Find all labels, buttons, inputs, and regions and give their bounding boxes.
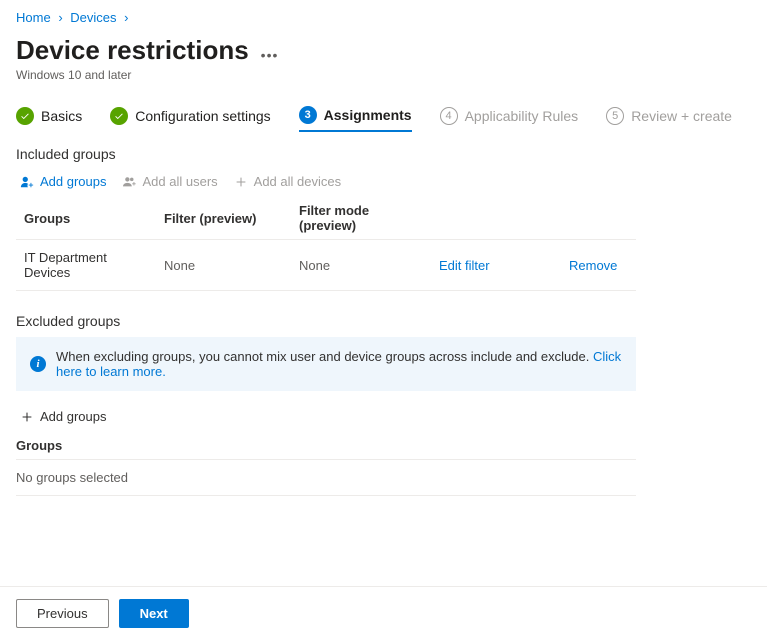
cell-filter: None: [156, 240, 291, 291]
add-groups-button[interactable]: Add groups: [20, 174, 107, 189]
breadcrumb-devices[interactable]: Devices: [70, 10, 116, 25]
step-label: Applicability Rules: [465, 108, 579, 124]
banner-text: When excluding groups, you cannot mix us…: [56, 349, 593, 364]
previous-button[interactable]: Previous: [16, 599, 109, 628]
people-add-icon: [123, 175, 137, 189]
page-subtitle: Windows 10 and later: [16, 68, 751, 82]
no-groups-row: No groups selected: [16, 460, 636, 496]
step-configuration-settings[interactable]: Configuration settings: [110, 107, 270, 131]
step-assignments[interactable]: 3 Assignments: [299, 106, 412, 132]
step-review-create[interactable]: 5 Review + create: [606, 107, 732, 131]
step-basics[interactable]: Basics: [16, 107, 82, 131]
col-groups: Groups: [16, 197, 156, 240]
add-groups-label: Add groups: [40, 174, 107, 189]
step-label: Assignments: [324, 107, 412, 123]
add-all-users-button[interactable]: Add all users: [123, 174, 218, 189]
plus-icon: [20, 410, 34, 424]
add-all-users-label: Add all users: [143, 174, 218, 189]
add-all-devices-button[interactable]: Add all devices: [234, 174, 341, 189]
cell-filter-mode: None: [291, 240, 431, 291]
col-groups-excluded: Groups: [16, 432, 636, 460]
wizard-footer: Previous Next: [0, 586, 767, 640]
edit-filter-link[interactable]: Edit filter: [439, 258, 490, 273]
step-label: Configuration settings: [135, 108, 270, 124]
breadcrumb-separator: ›: [54, 10, 66, 25]
info-banner: i When excluding groups, you cannot mix …: [16, 337, 636, 391]
table-row: IT Department Devices None None Edit fil…: [16, 240, 636, 291]
step-number-icon: 3: [299, 106, 317, 124]
col-remove: [561, 197, 636, 240]
step-label: Review + create: [631, 108, 732, 124]
remove-link[interactable]: Remove: [569, 258, 617, 273]
included-toolbar: Add groups Add all users Add all devices: [16, 170, 751, 197]
person-add-icon: [20, 175, 34, 189]
included-groups-heading: Included groups: [16, 146, 751, 162]
add-all-devices-label: Add all devices: [254, 174, 341, 189]
plus-icon: [234, 175, 248, 189]
more-icon[interactable]: •••: [261, 39, 279, 63]
cell-group-name: IT Department Devices: [16, 240, 156, 291]
step-applicability-rules[interactable]: 4 Applicability Rules: [440, 107, 579, 131]
info-banner-text: When excluding groups, you cannot mix us…: [56, 349, 622, 379]
check-circle-icon: [110, 107, 128, 125]
step-label: Basics: [41, 108, 82, 124]
info-icon: i: [30, 356, 46, 372]
wizard-stepper: Basics Configuration settings 3 Assignme…: [16, 106, 751, 132]
excluded-groups-table: Groups No groups selected: [16, 432, 636, 496]
col-filter-mode: Filter mode (preview): [291, 197, 431, 240]
next-button[interactable]: Next: [119, 599, 189, 628]
col-filter: Filter (preview): [156, 197, 291, 240]
breadcrumb: Home › Devices ›: [16, 8, 751, 35]
excluded-groups-heading: Excluded groups: [16, 313, 751, 329]
add-groups-excluded-label: Add groups: [40, 409, 107, 424]
step-number-icon: 5: [606, 107, 624, 125]
breadcrumb-separator: ›: [120, 10, 132, 25]
check-circle-icon: [16, 107, 34, 125]
step-number-icon: 4: [440, 107, 458, 125]
included-groups-table: Groups Filter (preview) Filter mode (pre…: [16, 197, 636, 291]
excluded-toolbar: Add groups: [16, 405, 751, 432]
col-edit: [431, 197, 561, 240]
breadcrumb-home[interactable]: Home: [16, 10, 51, 25]
add-groups-excluded-button[interactable]: Add groups: [20, 409, 107, 424]
page-title: Device restrictions: [16, 35, 249, 66]
